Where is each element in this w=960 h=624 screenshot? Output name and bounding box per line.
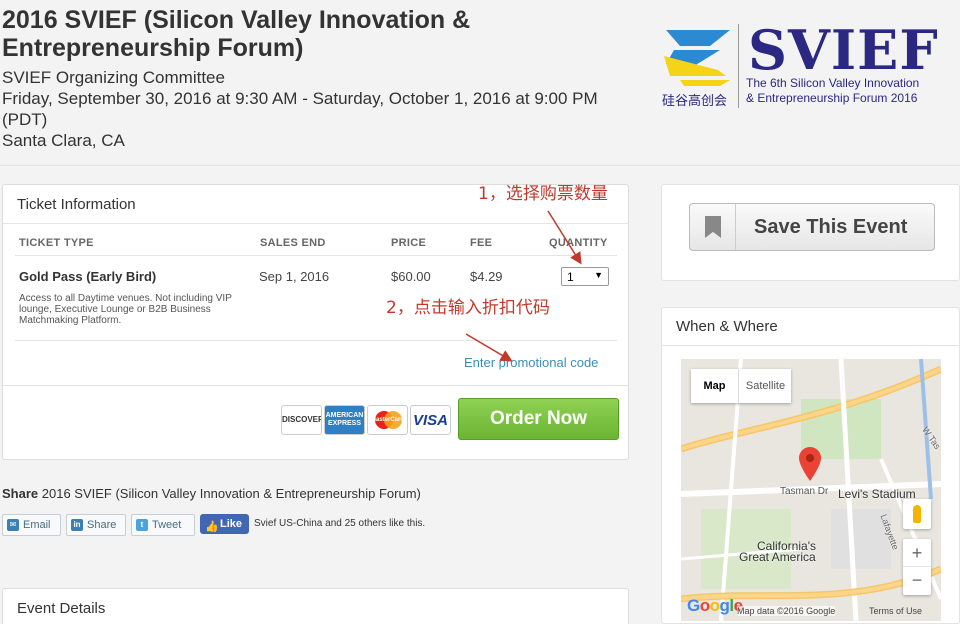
email-icon: ✉ [7, 519, 19, 531]
visa-card-icon: VISA [410, 405, 451, 435]
save-event-panel: Save This Event [661, 184, 960, 281]
tweet-button[interactable]: t Tweet [131, 514, 195, 536]
save-event-button[interactable]: Save This Event [689, 203, 935, 251]
email-share-button[interactable]: ✉ Email [2, 514, 61, 536]
share-prefix: Share [2, 486, 39, 501]
map-type-map-button[interactable]: Map [691, 369, 739, 403]
column-header-sales-end: SALES END [260, 237, 326, 249]
svief-logo: 硅谷高创会 SVIEF The 6th Silicon Valley Innov… [660, 20, 940, 112]
share-text: 2016 SVIEF (Silicon Valley Innovation & … [41, 486, 421, 501]
event-date-range: Friday, September 30, 2016 at 9:30 AM - … [2, 89, 598, 129]
discover-card-icon: DISCOVER [281, 405, 322, 435]
annotation-step-2: 2，点击输入折扣代码 [386, 298, 550, 318]
event-details-panel: Event Details [2, 588, 629, 624]
divider [3, 385, 628, 386]
map-label: Great America [739, 550, 816, 564]
logo-subtitle-line2: & Entrepreneurship Forum 2016 [746, 91, 918, 105]
ticket-name: Gold Pass (Early Bird) [19, 269, 157, 284]
map-label: Tasman Dr [780, 486, 829, 497]
column-header-fee: FEE [470, 237, 493, 249]
save-event-label: Save This Event [754, 216, 908, 238]
divider [3, 223, 628, 224]
promo-code-link[interactable]: Enter promotional code [464, 355, 598, 370]
ticket-sales-end: Sep 1, 2016 [259, 269, 330, 284]
linkedin-share-button[interactable]: in Share [66, 514, 126, 536]
ticket-description: Access to all Daytime venues. Not includ… [19, 293, 232, 326]
event-header: 2016 SVIEF (Silicon Valley Innovation & … [0, 0, 960, 166]
zoom-out-button[interactable]: − [903, 567, 931, 595]
zoom-control: + − [903, 539, 931, 595]
map-terms-link[interactable]: Terms of Use [869, 606, 922, 616]
event-organizer: SVIEF Organizing Committee [2, 68, 225, 87]
header-divider [0, 165, 960, 166]
event-title: 2016 SVIEF (Silicon Valley Innovation & … [2, 6, 471, 62]
order-now-button[interactable]: Order Now [458, 398, 619, 440]
quantity-select[interactable]: 1 ▼ [561, 267, 609, 286]
bookmark-icon [705, 216, 721, 238]
column-header-ticket-type: TICKET TYPE [19, 237, 94, 249]
twitter-icon: t [136, 519, 148, 531]
map-pin-icon[interactable] [799, 447, 821, 481]
google-logo: Google [687, 596, 743, 615]
ticket-panel-heading: Ticket Information [17, 196, 136, 213]
street-view-pegman-icon[interactable] [903, 499, 931, 529]
logo-chinese-name: 硅谷高创会 [662, 93, 728, 108]
amex-card-icon: AMERICAN EXPRESS [324, 405, 365, 435]
divider [15, 255, 617, 256]
map-type-control: Map Satellite [691, 369, 791, 403]
divider [662, 345, 959, 346]
event-location: Santa Clara, CA [2, 131, 125, 150]
column-header-price: PRICE [391, 237, 427, 249]
svief-logo-mark [664, 30, 730, 86]
divider [15, 340, 617, 341]
event-details-heading: Event Details [17, 600, 106, 617]
thumbs-up-icon: 👍 [205, 521, 219, 533]
logo-subtitle-line1: The 6th Silicon Valley Innovation [746, 76, 920, 90]
share-line: Share 2016 SVIEF (Silicon Valley Innovat… [2, 486, 421, 501]
mastercard-card-icon: MasterCard [367, 405, 408, 435]
ticket-panel: Ticket Information TICKET TYPE SALES END… [2, 184, 629, 460]
ticket-fee: $4.29 [470, 269, 503, 284]
ticket-price: $60.00 [391, 269, 431, 284]
map-attribution: Map data ©2016 Google [737, 606, 836, 616]
like-count-text: Svief US-China and 25 others like this. [254, 518, 426, 529]
facebook-like-button[interactable]: 👍 Like [200, 514, 249, 534]
map-type-satellite-button[interactable]: Satellite [740, 369, 791, 403]
logo-divider [738, 24, 739, 108]
google-map[interactable]: Map Satellite W Tas Tasman Dr Levi's Sta… [681, 359, 941, 621]
zoom-in-button[interactable]: + [903, 539, 931, 567]
annotation-step-1: 1，选择购票数量 [478, 184, 608, 204]
quantity-value: 1 [567, 270, 574, 284]
column-header-quantity: QUANTITY [549, 237, 608, 249]
when-where-heading: When & Where [676, 318, 778, 335]
linkedin-icon: in [71, 519, 83, 531]
chevron-down-icon: ▼ [594, 270, 603, 280]
logo-wordmark: SVIEF [748, 18, 939, 82]
